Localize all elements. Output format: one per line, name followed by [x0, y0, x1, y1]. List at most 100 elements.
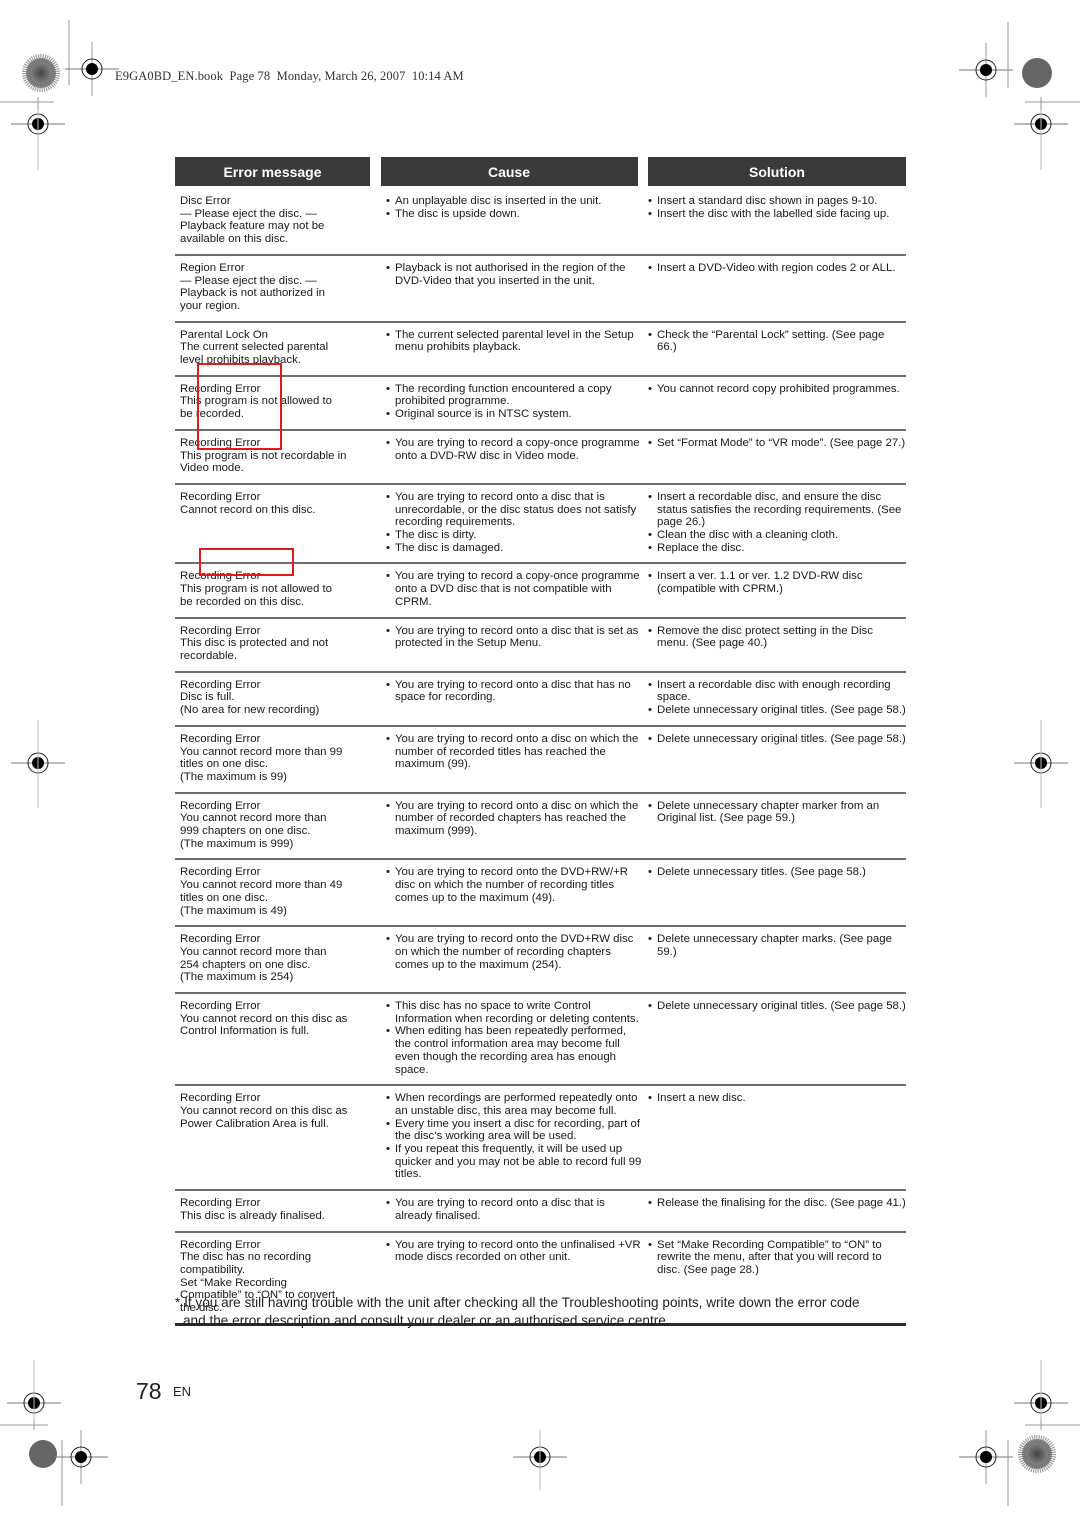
- error-message-cell: Recording Error You cannot record more th…: [175, 733, 376, 784]
- solution-text: Release the finalising for the disc. (Se…: [657, 1197, 906, 1210]
- table-row: Recording Error Disc is full. (No area for…: [175, 673, 906, 727]
- error-message-line: Disc Error: [180, 195, 231, 207]
- cause-text: You are trying to record onto the DVD+RW…: [395, 933, 634, 971]
- cause-item: • You are trying to record onto the DVD+R…: [386, 866, 642, 904]
- error-message-line: Recording Error: [180, 1092, 261, 1105]
- error-message-line: Recording Error: [180, 490, 261, 503]
- error-message-line: You cannot record more than: [180, 812, 327, 825]
- cause-text: You are trying to record a copy-once pro…: [395, 570, 640, 608]
- error-message-line: Recording Error: [180, 1238, 261, 1251]
- cause-cell: • Playback is not authorised in the regio…: [376, 262, 642, 313]
- bullet-icon: •: [648, 261, 652, 274]
- solution-item: • Delete unnecessary original titles. (Se…: [648, 1000, 906, 1013]
- error-message-cell: Recording Error You cannot record more th…: [175, 866, 376, 917]
- solution-text: Delete unnecessary titles. (See page 58.…: [657, 866, 866, 879]
- error-message-line: (The maximum is 99): [180, 770, 287, 783]
- page-language: EN: [173, 1384, 192, 1399]
- footnote: * If you are still having trouble with t…: [175, 1294, 915, 1329]
- cause-cell: • This disc has no space to write Control…: [376, 1000, 642, 1076]
- bullet-icon: •: [386, 261, 390, 274]
- solution-item: • Set “Make Recording Compatible” to “ON”…: [648, 1239, 906, 1277]
- error-message-line: Recording Error: [180, 866, 261, 879]
- error-message-line: You cannot record on this disc as: [180, 1012, 348, 1025]
- error-message-line: (The maximum is 254): [180, 971, 294, 984]
- cause-item: • The current selected parental level in …: [386, 329, 642, 354]
- solution-item: • Set “Format Mode” to “VR mode”. (See pa…: [648, 437, 906, 450]
- header-solution: Solution: [648, 157, 906, 186]
- bullet-icon: •: [648, 490, 652, 503]
- solution-cell: • You cannot record copy prohibited progr…: [642, 383, 906, 421]
- error-message-line: Recording Error: [180, 1000, 261, 1013]
- cause-text: The disc is upside down.: [395, 207, 520, 220]
- cause-text: You are trying to record onto a disc tha…: [395, 678, 631, 704]
- solution-item: • Check the “Parental Lock” setting. (See…: [648, 329, 906, 354]
- solution-item: • Clean the disc with a cleaning cloth.: [648, 529, 906, 542]
- solution-cell: • Check the “Parental Lock” setting. (See…: [642, 329, 906, 367]
- bullet-icon: •: [648, 799, 652, 812]
- error-message-line: The current selected parental: [180, 341, 329, 354]
- solution-item: • Insert a new disc.: [648, 1092, 906, 1105]
- crosshair-icon: [958, 42, 1014, 98]
- bullet-icon: •: [386, 570, 390, 583]
- cause-item: • If you repeat this frequently, it will …: [386, 1143, 642, 1181]
- cause-text: Every time you insert a disc for recordi…: [395, 1117, 640, 1143]
- solution-cell: • Delete unnecessary chapter marks. (See …: [642, 933, 906, 984]
- footnote-line-2: and the error description and consult yo…: [183, 1312, 670, 1328]
- error-message-line: This disc is protected and not: [180, 637, 329, 650]
- table-row: Recording Error This program is not allow…: [175, 377, 906, 431]
- solution-text: Set “Make Recording Compatible” to “ON” …: [657, 1238, 882, 1276]
- highlight-box: [197, 363, 282, 450]
- bullet-icon: •: [648, 195, 652, 207]
- cause-item: • The disc is dirty.: [386, 529, 642, 542]
- table-row: Recording Error You cannot record on this…: [175, 994, 906, 1087]
- error-message-line: Playback feature may not be: [180, 220, 325, 233]
- solution-cell: • Delete unnecessary original titles. (Se…: [642, 733, 906, 784]
- table-row: Recording Error You cannot record more th…: [175, 727, 906, 794]
- cause-item: • When recordings are performed repeatedl…: [386, 1092, 642, 1117]
- error-message-line: Recording Error: [180, 732, 261, 745]
- error-message-line: Power Calibration Area is full.: [180, 1117, 329, 1130]
- error-message-line: You cannot record on this disc as: [180, 1104, 348, 1117]
- bullet-icon: •: [386, 1000, 390, 1013]
- cause-text: The recording function encountered a cop…: [395, 382, 612, 408]
- solution-item: • Replace the disc.: [648, 542, 906, 555]
- cause-cell: • You are trying to record a copy-once pr…: [376, 437, 642, 475]
- error-message-line: Recording Error: [180, 1197, 261, 1210]
- solution-item: • Insert a DVD-Video with region codes 2 …: [648, 262, 906, 275]
- solution-text: Insert a recordable disc, and ensure the…: [657, 490, 902, 529]
- solution-text: Clean the disc with a cleaning cloth.: [657, 529, 839, 542]
- solution-item: • You cannot record copy prohibited progr…: [648, 383, 906, 396]
- solution-text: You cannot record copy prohibited progra…: [657, 382, 900, 395]
- bottom-left-disc-icon: [29, 1440, 57, 1468]
- bullet-icon: •: [648, 678, 652, 691]
- cause-cell: • You are trying to record onto a disc th…: [376, 679, 642, 717]
- bullet-icon: •: [386, 678, 390, 691]
- cause-cell: • When recordings are performed repeatedl…: [376, 1092, 642, 1181]
- table-row: Recording Error You cannot record more th…: [175, 794, 906, 861]
- bullet-icon: •: [386, 933, 390, 946]
- error-message-cell: Recording Error Disc is full. (No area for…: [175, 679, 376, 717]
- cause-item: • You are trying to record a copy-once pr…: [386, 570, 642, 608]
- error-message-line: Recording Error: [180, 624, 261, 637]
- cause-text: You are trying to record onto the unfina…: [395, 1238, 641, 1264]
- cause-text: When editing has been repeatedly perform…: [395, 1025, 627, 1076]
- crosshair-icon: [958, 1429, 1014, 1485]
- header-error-message: Error message: [175, 157, 370, 186]
- cause-text: This disc has no space to write Control …: [395, 1000, 639, 1025]
- error-message-line: Parental Lock On: [180, 328, 269, 341]
- solution-cell: • Set “Format Mode” to “VR mode”. (See pa…: [642, 437, 906, 475]
- bullet-icon: •: [648, 866, 652, 879]
- top-left-starburst-icon: [22, 54, 60, 92]
- solution-text: Set “Format Mode” to “VR mode”. (See pag…: [657, 436, 906, 449]
- cause-cell: • You are trying to record a copy-once pr…: [376, 570, 642, 608]
- error-message-cell: Recording Error You cannot record more th…: [175, 800, 376, 851]
- error-message-line: 999 chapters on one disc.: [180, 825, 311, 838]
- solution-item: • Insert a standard disc shown in pages 9…: [648, 195, 906, 208]
- bullet-icon: •: [386, 732, 390, 745]
- bullet-icon: •: [648, 541, 652, 554]
- cause-item: • When editing has been repeatedly perfor…: [386, 1025, 642, 1076]
- cause-text: You are trying to record onto the DVD+RW…: [395, 866, 628, 904]
- cause-text: Original source is in NTSC system.: [395, 408, 572, 421]
- bullet-icon: •: [648, 933, 652, 946]
- bullet-icon: •: [386, 866, 390, 879]
